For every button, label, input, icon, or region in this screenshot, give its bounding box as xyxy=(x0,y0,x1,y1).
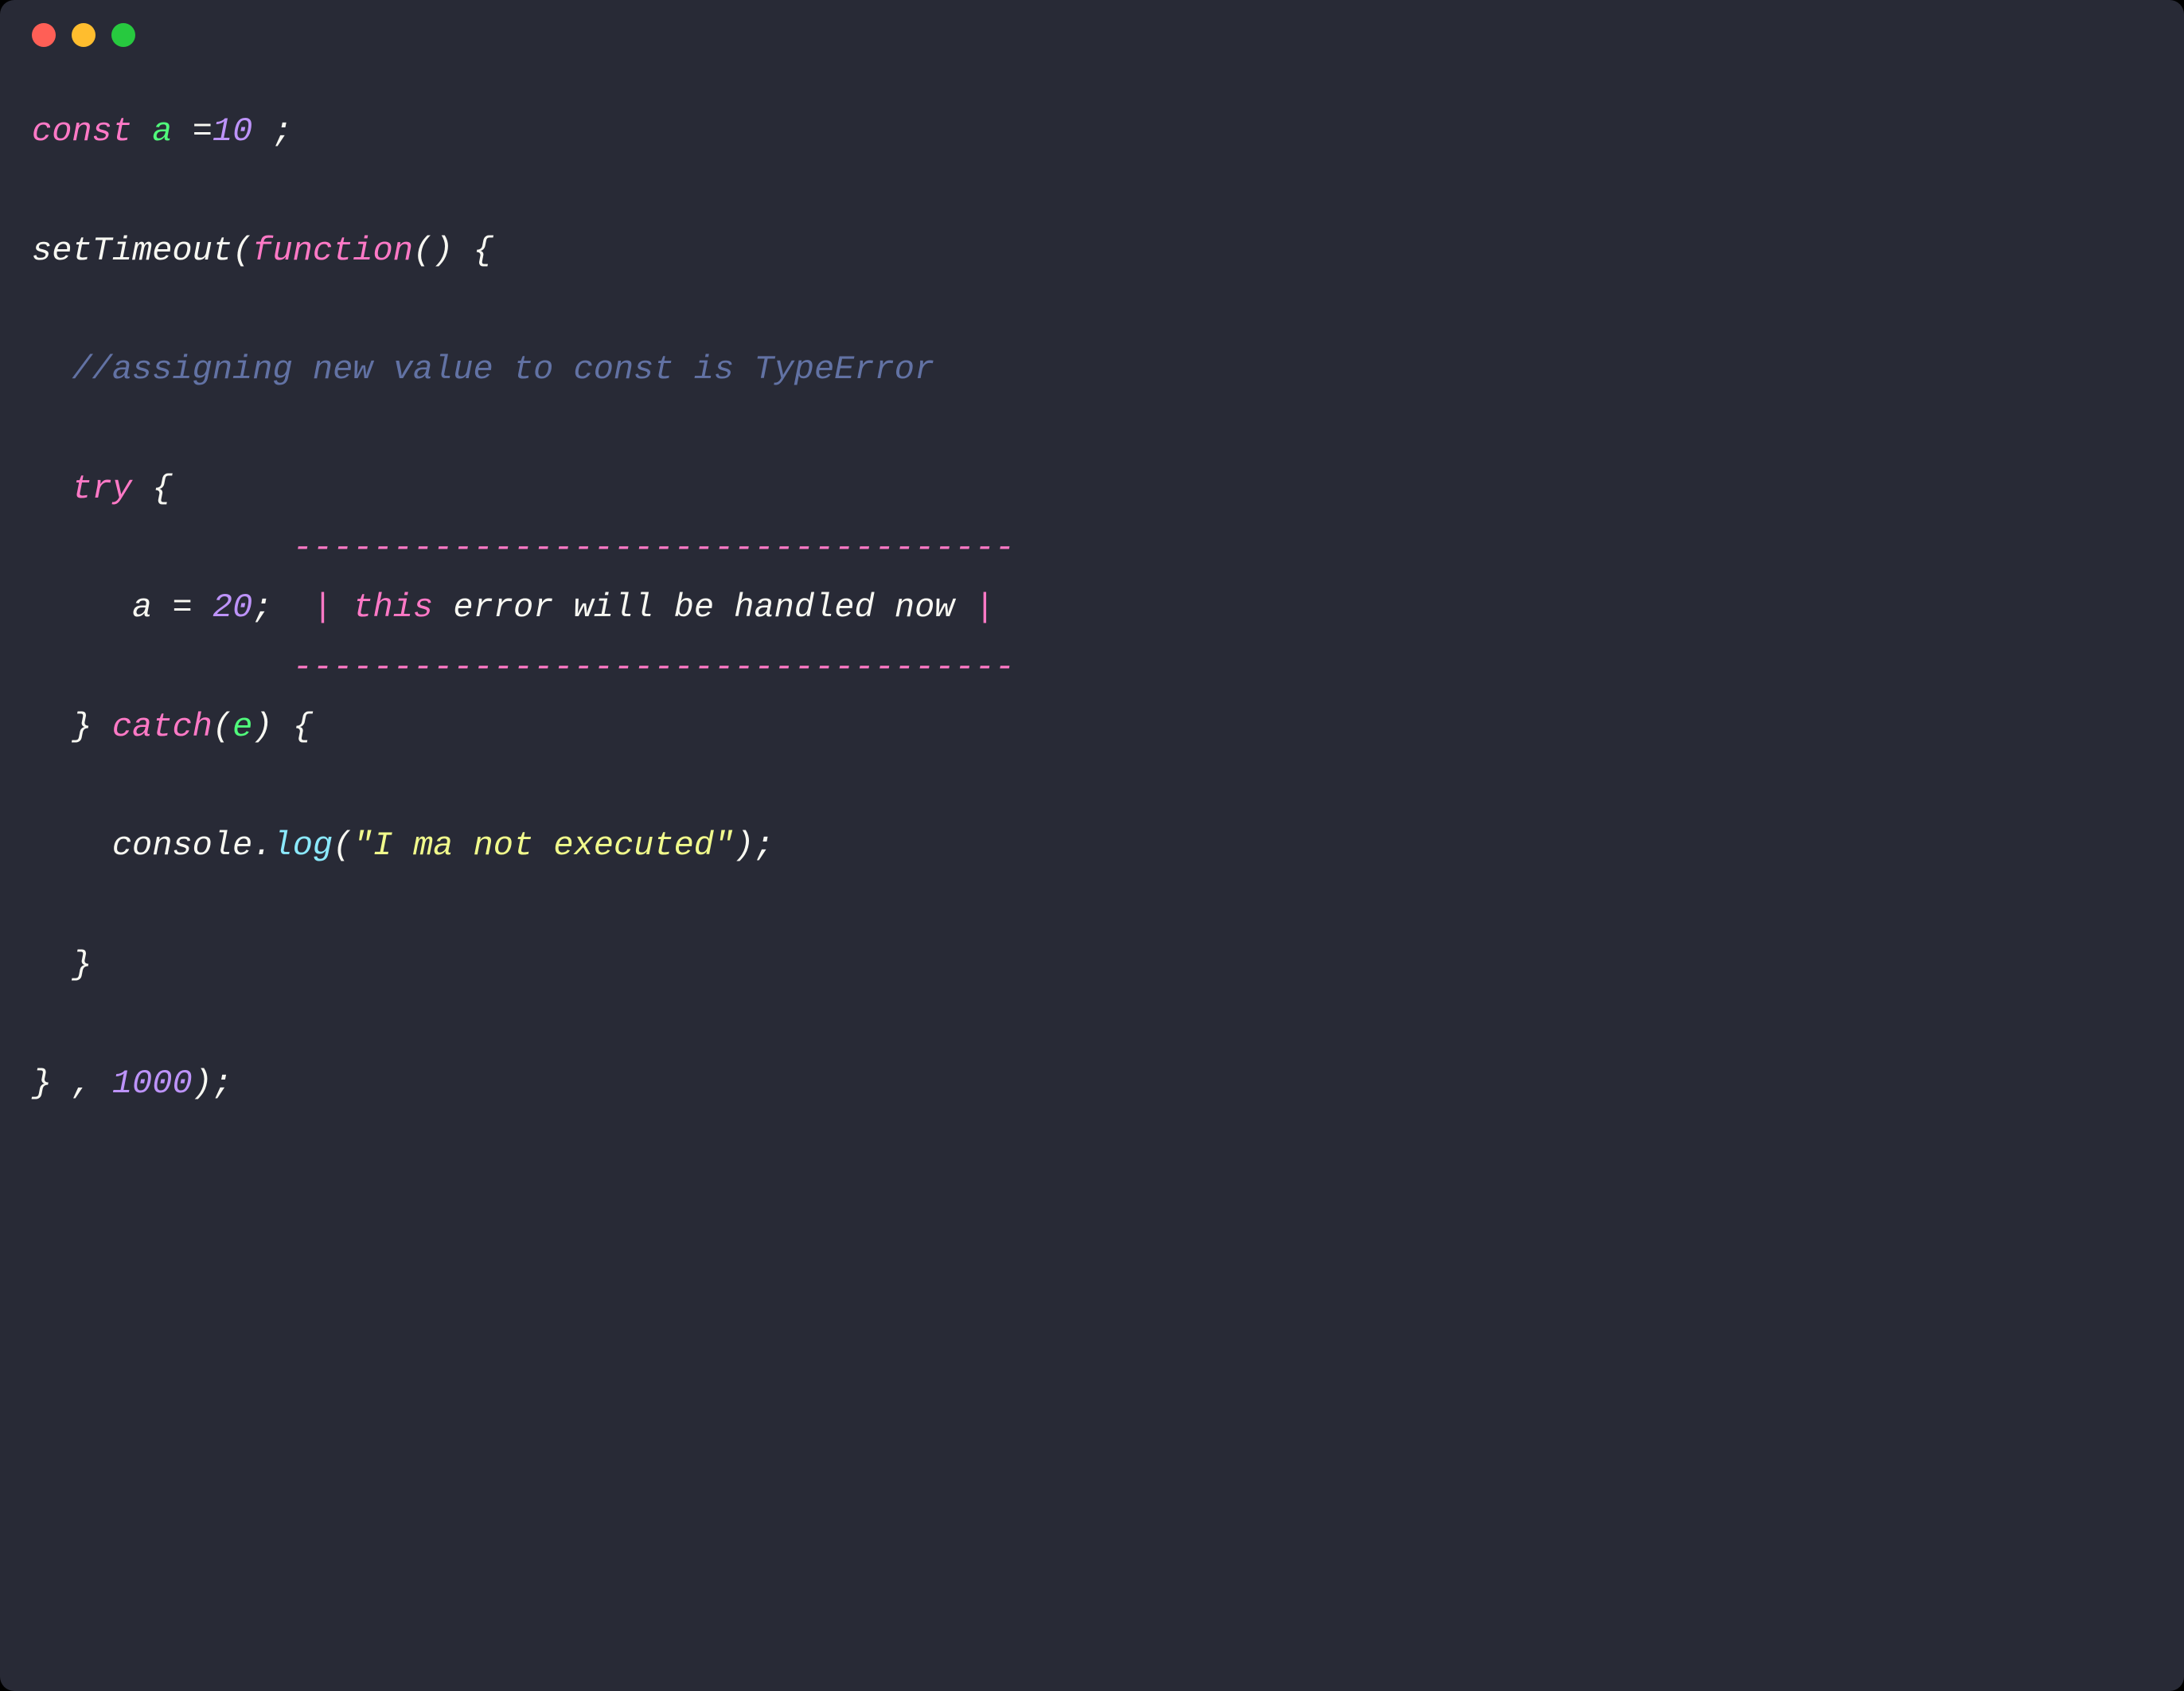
punctuation: } xyxy=(72,708,111,746)
punctuation: ) { xyxy=(252,708,313,746)
identifier: setTimeout xyxy=(32,232,232,270)
comment: //assigning new value to const is TypeEr… xyxy=(72,350,934,389)
code-line: } xyxy=(32,935,2152,995)
punctuation: ); xyxy=(193,1064,232,1103)
punctuation: } xyxy=(72,946,92,984)
keyword-const: const xyxy=(32,112,132,150)
code-line: } catch(e) { xyxy=(32,697,2152,757)
keyword-catch: catch xyxy=(112,708,213,746)
keyword-try: try xyxy=(72,470,132,508)
code-window: const a =10 ; setTimeout(function() { //… xyxy=(0,0,2184,1691)
code-line: ------------------------------------ xyxy=(32,518,2152,578)
code-line: //assigning new value to const is TypeEr… xyxy=(32,340,2152,400)
code-editor[interactable]: const a =10 ; setTimeout(function() { //… xyxy=(0,70,2184,1691)
code-line: setTimeout(function() { xyxy=(32,221,2152,281)
minimize-icon[interactable] xyxy=(72,23,96,47)
punctuation: ( xyxy=(232,232,252,270)
punctuation: () { xyxy=(413,232,493,270)
window-titlebar xyxy=(0,0,2184,70)
code-line: ------------------------------------ xyxy=(32,638,2152,697)
identifier: a xyxy=(132,588,152,627)
annotation-border-bottom: ------------------------------------ xyxy=(293,648,1015,686)
annotation-pipe: | xyxy=(273,588,353,627)
operator: = xyxy=(193,112,213,150)
annotation-pipe: | xyxy=(975,588,995,627)
punctuation: } xyxy=(32,1064,52,1103)
annotation-text: error will be handled now xyxy=(433,588,975,627)
punctuation: ; xyxy=(252,112,292,150)
code-line: a = 20; | this error will be handled now… xyxy=(32,578,2152,638)
code-line: const a =10 ; xyxy=(32,102,2152,162)
keyword-function: function xyxy=(252,232,413,270)
punctuation: { xyxy=(132,470,172,508)
punctuation: , xyxy=(52,1064,112,1103)
code-line xyxy=(32,756,2152,816)
identifier: e xyxy=(232,708,252,746)
code-line: try { xyxy=(32,459,2152,519)
zoom-icon[interactable] xyxy=(111,23,135,47)
code-line xyxy=(32,994,2152,1054)
code-line xyxy=(32,876,2152,935)
code-line: } , 1000); xyxy=(32,1054,2152,1114)
number-literal: 1000 xyxy=(112,1064,193,1103)
code-line xyxy=(32,400,2152,459)
punctuation: . xyxy=(252,826,272,865)
punctuation: ); xyxy=(734,826,774,865)
punctuation: ; xyxy=(252,588,272,627)
annotation-border-top: ------------------------------------ xyxy=(293,529,1015,567)
number-literal: 10 xyxy=(213,112,252,150)
annotation-this: this xyxy=(353,588,433,627)
code-line xyxy=(32,280,2152,340)
operator: = xyxy=(152,588,213,627)
code-line xyxy=(32,162,2152,221)
punctuation: ( xyxy=(213,708,232,746)
close-icon[interactable] xyxy=(32,23,56,47)
punctuation: ( xyxy=(333,826,353,865)
method-log: log xyxy=(272,826,333,865)
string-literal: "I ma not executed" xyxy=(353,826,734,865)
number-literal: 20 xyxy=(213,588,252,627)
identifier-console: console xyxy=(112,826,252,865)
identifier: a xyxy=(152,112,172,150)
code-line: console.log("I ma not executed"); xyxy=(32,816,2152,876)
